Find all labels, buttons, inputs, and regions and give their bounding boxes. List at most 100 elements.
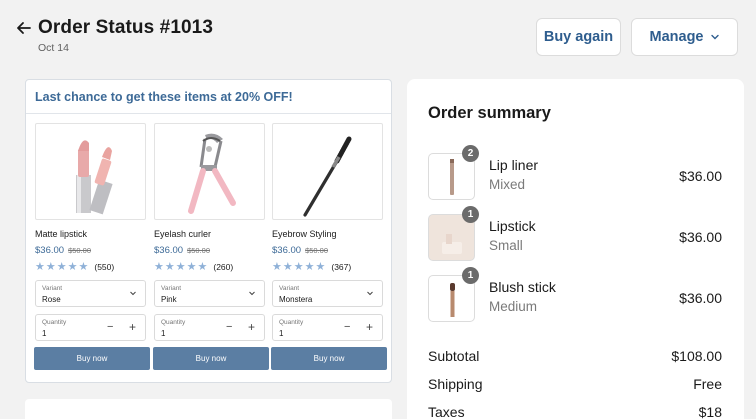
item-price: $36.00 bbox=[679, 168, 722, 184]
quantity-badge: 1 bbox=[462, 267, 479, 284]
review-count: (550) bbox=[94, 262, 115, 272]
item-variant: Medium bbox=[489, 299, 538, 314]
page-header: Order Status #1013 Oct 14 Buy again Mana… bbox=[0, 0, 756, 70]
quantity-value[interactable]: 1 bbox=[161, 329, 165, 338]
product-price: $36.00 bbox=[272, 245, 302, 256]
buy-now-button[interactable]: Buy now bbox=[153, 347, 269, 370]
item-name: Blush stick bbox=[489, 279, 556, 295]
item-variant: Mixed bbox=[489, 177, 526, 192]
product-card: Eyelash curler $36.00 $50.00 ★ ★ ★ ★ ★ (260)… bbox=[153, 123, 269, 370]
variant-select[interactable]: Variant Monstera bbox=[272, 280, 383, 307]
star-icon: ★ bbox=[186, 260, 197, 273]
star-icon: ★ bbox=[197, 260, 208, 273]
chevron-down-icon bbox=[367, 291, 373, 296]
quantity-label: Quantity bbox=[42, 319, 67, 326]
page-title: Order Status #1013 bbox=[38, 17, 213, 38]
order-date: Oct 14 bbox=[38, 42, 69, 54]
product-card: Eyebrow Styling $36.00 $50.00 ★ ★ ★ ★ ★ (367… bbox=[271, 123, 387, 370]
upsell-panel: Last chance to get these items at 20% OF… bbox=[25, 79, 392, 383]
manage-button[interactable]: Manage bbox=[631, 18, 738, 56]
review-count: (367) bbox=[331, 262, 352, 272]
chevron-down-icon bbox=[130, 291, 136, 296]
buy-again-button[interactable]: Buy again bbox=[536, 18, 621, 56]
variant-label: Variant bbox=[161, 285, 182, 292]
plus-icon[interactable]: + bbox=[366, 320, 373, 334]
star-rating: ★ ★ ★ ★ ★ (550) bbox=[35, 261, 146, 273]
variant-label: Variant bbox=[279, 285, 300, 292]
star-icon: ★ bbox=[272, 260, 282, 273]
subtotal-value: $108.00 bbox=[671, 348, 722, 364]
variant-value: Pink bbox=[161, 295, 177, 304]
star-icon: ★ bbox=[78, 260, 89, 273]
quantity-label: Quantity bbox=[161, 319, 186, 326]
buy-now-button[interactable]: Buy now bbox=[271, 347, 387, 370]
product-name[interactable]: Matte lipstick bbox=[35, 229, 146, 239]
product-price: $36.00 bbox=[154, 245, 184, 256]
star-icon: ★ bbox=[293, 260, 304, 273]
quantity-badge: 2 bbox=[462, 145, 479, 162]
star-icon: ★ bbox=[282, 260, 293, 273]
manage-label: Manage bbox=[649, 29, 704, 45]
product-name[interactable]: Eyebrow Styling bbox=[272, 229, 383, 239]
eyelash-curler-image[interactable] bbox=[154, 123, 265, 220]
product-name[interactable]: Eyelash curler bbox=[154, 229, 265, 239]
chevron-down-icon bbox=[249, 291, 255, 296]
plus-icon[interactable]: + bbox=[248, 320, 255, 334]
star-rating: ★ ★ ★ ★ ★ (260) bbox=[154, 261, 265, 273]
order-summary-title: Order summary bbox=[428, 104, 551, 122]
shipping-label: Shipping bbox=[428, 376, 483, 392]
order-line-item: 1 Blush stick Medium $36.00 bbox=[428, 267, 722, 323]
review-count: (260) bbox=[213, 262, 234, 272]
item-variant: Small bbox=[489, 238, 523, 253]
quantity-value[interactable]: 1 bbox=[42, 329, 46, 338]
minus-icon[interactable]: − bbox=[344, 321, 350, 333]
variant-value: Rose bbox=[42, 295, 61, 304]
plus-icon[interactable]: + bbox=[129, 320, 136, 334]
buy-now-button[interactable]: Buy now bbox=[34, 347, 150, 370]
quantity-stepper[interactable]: Quantity 1 − + bbox=[154, 314, 265, 341]
product-price: $36.00 bbox=[35, 245, 65, 256]
quantity-stepper[interactable]: Quantity 1 − + bbox=[272, 314, 383, 341]
star-rating: ★ ★ ★ ★ ★ (367) bbox=[272, 261, 383, 273]
buy-now-label: Buy now bbox=[195, 354, 227, 363]
quantity-value[interactable]: 1 bbox=[279, 329, 283, 338]
chevron-down-icon bbox=[710, 34, 719, 40]
item-price: $36.00 bbox=[679, 229, 722, 245]
quantity-label: Quantity bbox=[279, 319, 304, 326]
star-icon: ★ bbox=[45, 260, 56, 273]
divider bbox=[26, 113, 391, 114]
taxes-label: Taxes bbox=[428, 404, 465, 419]
buy-now-label: Buy now bbox=[313, 354, 345, 363]
taxes-value: $18 bbox=[698, 404, 722, 419]
variant-select[interactable]: Variant Pink bbox=[154, 280, 265, 307]
back-arrow-icon[interactable] bbox=[14, 18, 34, 38]
quantity-badge: 1 bbox=[462, 206, 479, 223]
variant-label: Variant bbox=[42, 285, 63, 292]
quantity-stepper[interactable]: Quantity 1 − + bbox=[35, 314, 146, 341]
variant-select[interactable]: Variant Rose bbox=[35, 280, 146, 307]
star-icon: ★ bbox=[67, 260, 78, 273]
minus-icon[interactable]: − bbox=[226, 321, 232, 333]
secondary-card bbox=[25, 399, 392, 419]
product-old-price: $50.00 bbox=[68, 246, 92, 255]
brow-brush-image[interactable] bbox=[272, 123, 383, 220]
star-icon: ★ bbox=[56, 260, 67, 273]
order-line-item: 1 Lipstick Small $36.00 bbox=[428, 206, 722, 262]
shipping-value: Free bbox=[693, 376, 722, 392]
item-price: $36.00 bbox=[679, 290, 722, 306]
star-icon: ★ bbox=[304, 260, 315, 273]
minus-icon[interactable]: − bbox=[107, 321, 113, 333]
subtotal-label: Subtotal bbox=[428, 348, 480, 364]
buy-again-label: Buy again bbox=[543, 29, 614, 45]
buy-now-label: Buy now bbox=[76, 354, 108, 363]
product-old-price: $50.00 bbox=[187, 246, 211, 255]
order-line-item: 2 Lip liner Mixed $36.00 bbox=[428, 145, 722, 201]
product-card: Matte lipstick $36.00 $50.00 ★ ★ ★ ★ ★ (550)… bbox=[34, 123, 150, 370]
variant-value: Monstera bbox=[279, 295, 313, 304]
star-icon: ★ bbox=[154, 260, 164, 273]
product-old-price: $50.00 bbox=[305, 246, 329, 255]
star-icon: ★ bbox=[315, 260, 326, 273]
lipstick-image[interactable] bbox=[35, 123, 146, 220]
upsell-title: Last chance to get these items at 20% OF… bbox=[35, 90, 293, 104]
order-summary-panel: Order summary 2 Lip liner Mixed $36.00 1… bbox=[407, 79, 744, 419]
